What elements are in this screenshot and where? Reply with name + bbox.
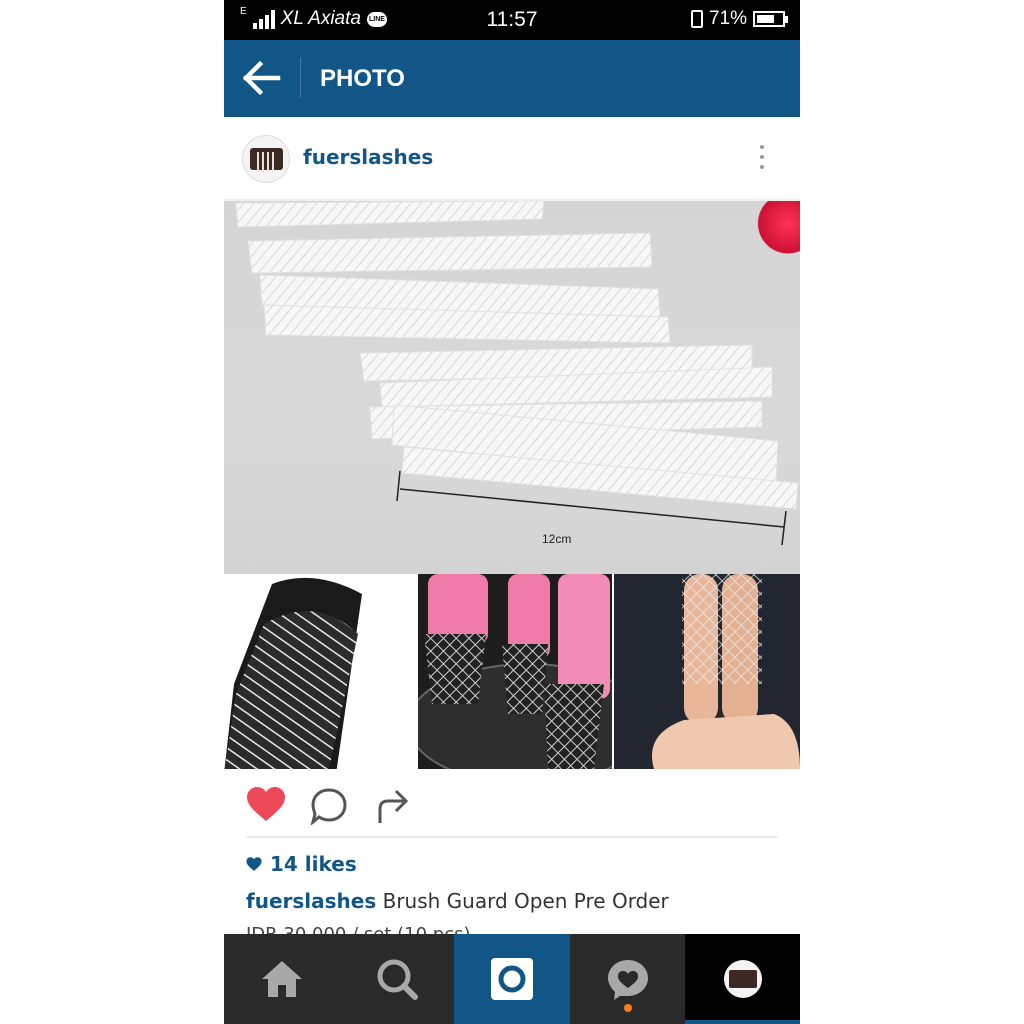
nav-profile[interactable] xyxy=(685,934,800,1024)
activity-icon xyxy=(607,960,648,1000)
post-username[interactable]: fuerslashes xyxy=(303,117,433,197)
share-icon[interactable] xyxy=(374,787,412,825)
nav-camera[interactable] xyxy=(454,934,570,1024)
home-icon xyxy=(261,961,302,997)
active-tab-indicator xyxy=(685,1020,800,1024)
app-bar-divider xyxy=(300,58,301,98)
more-options-icon[interactable] xyxy=(754,145,770,175)
nav-activity[interactable] xyxy=(570,934,685,1024)
usage-collage xyxy=(224,574,800,769)
mesh-strips-drawing xyxy=(235,201,799,546)
nav-search[interactable] xyxy=(339,934,454,1024)
post-header: fuerslashes xyxy=(224,117,800,201)
avatar[interactable] xyxy=(242,135,290,183)
caption-text: Brush Guard Open Pre Order xyxy=(376,889,669,913)
caption: fuerslashes Brush Guard Open Pre Order xyxy=(246,889,669,913)
bottom-nav xyxy=(224,934,800,1024)
battery-icon xyxy=(753,11,788,27)
post-photo[interactable]: 12cm xyxy=(224,201,800,769)
measurement-label: 12cm xyxy=(542,532,572,546)
heart-icon[interactable] xyxy=(246,787,286,823)
caption-username[interactable]: fuerslashes xyxy=(246,889,376,913)
product-strips-image: 12cm xyxy=(224,201,800,574)
status-right: 71% xyxy=(690,8,788,30)
profile-icon xyxy=(723,960,762,998)
small-heart-icon xyxy=(246,856,262,871)
arrow-left-icon[interactable] xyxy=(242,60,282,96)
status-bar: E XL Axiata LINE 11:57 71% xyxy=(224,0,800,40)
battery-percent: 71% xyxy=(708,8,747,29)
actions-divider xyxy=(246,836,778,838)
notification-dot xyxy=(623,1004,632,1012)
pink-brushes-image xyxy=(418,574,612,769)
post-actions xyxy=(224,769,800,839)
app-bar: PHOTO xyxy=(224,40,800,117)
fingers-in-mesh-image xyxy=(614,574,800,769)
likes-label: 14 likes xyxy=(270,852,357,876)
instagram-screen: E XL Axiata LINE 11:57 71% PHOTO fuersla… xyxy=(224,0,800,1024)
brush-in-guard-image xyxy=(224,574,416,769)
battery-fill xyxy=(757,15,775,23)
nav-home[interactable] xyxy=(224,934,339,1024)
vibrate-icon xyxy=(690,10,703,28)
camera-icon xyxy=(491,958,533,1000)
page-title: PHOTO xyxy=(320,65,405,92)
search-icon xyxy=(377,959,418,1000)
likes-count[interactable]: 14 likes xyxy=(246,852,357,876)
comment-icon[interactable] xyxy=(310,787,348,825)
